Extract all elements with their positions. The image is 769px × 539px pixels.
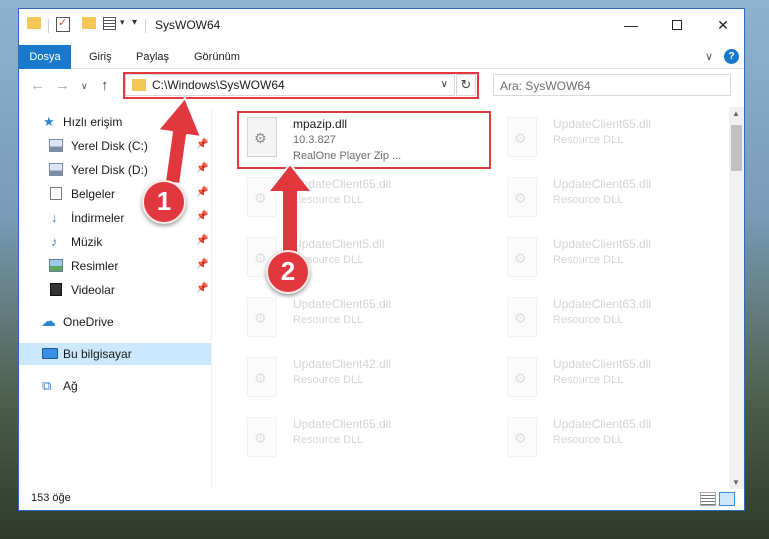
scroll-down-icon[interactable]: ▼ (732, 478, 740, 487)
dll-file-icon (247, 417, 277, 457)
file-name: UpdateClient65.dll (293, 417, 392, 431)
file-tile[interactable]: UpdateClient65.dll Resource DLL (501, 353, 731, 403)
highlight-frame-file (237, 111, 491, 169)
file-name: UpdateClient65.dll (293, 177, 392, 191)
item-count: 153 öğe (31, 492, 71, 504)
file-name: UpdateClient65.dll (553, 417, 652, 431)
dll-file-icon (507, 237, 537, 277)
dll-file-icon (247, 357, 277, 397)
scroll-thumb[interactable] (731, 125, 742, 171)
file-tile[interactable]: UpdateClient65.dll Resource DLL (501, 413, 731, 463)
file-tile[interactable]: UpdateClient42.dll Resource DLL (241, 353, 471, 403)
file-name: UpdateClient65.dll (293, 297, 392, 311)
dll-file-icon (507, 177, 537, 217)
dll-file-icon (507, 357, 537, 397)
file-description: Resource DLL (293, 314, 364, 326)
tiles-view-icon[interactable] (719, 492, 735, 506)
file-tile[interactable]: UpdateClient65.dll Resource DLL (501, 113, 731, 163)
vertical-scrollbar[interactable]: ▲ ▼ (729, 107, 744, 489)
file-name: UpdateClient42.dll (293, 357, 392, 371)
file-description: Resource DLL (553, 254, 624, 266)
file-name: UpdateClient65.dll (553, 177, 652, 191)
file-description: Resource DLL (293, 434, 364, 446)
scroll-up-icon[interactable]: ▲ (732, 109, 740, 118)
file-description: Resource DLL (553, 194, 624, 206)
file-description: Resource DLL (293, 374, 364, 386)
file-description: Resource DLL (553, 134, 624, 146)
file-name: UpdateClient65.dll (553, 237, 652, 251)
file-description: Resource DLL (553, 314, 624, 326)
dll-file-icon (507, 297, 537, 337)
file-name: UpdateClient65.dll (553, 357, 652, 371)
dll-file-icon (247, 297, 277, 337)
file-name: UpdateClient65.dll (553, 117, 652, 131)
file-name: UpdateClient5.dll (293, 237, 385, 251)
status-bar: 153 öğe (19, 489, 744, 510)
file-tile[interactable]: UpdateClient65.dll Resource DLL (241, 413, 471, 463)
file-grid: mpazip.dll 10.3.827 RealOne Player Zip .… (19, 9, 744, 510)
file-tile[interactable]: UpdateClient65.dll Resource DLL (241, 293, 471, 343)
file-tile[interactable]: UpdateClient65.dll Resource DLL (501, 173, 731, 223)
dll-file-icon (507, 417, 537, 457)
step-1-badge: 1 (142, 180, 186, 224)
explorer-window: ▾ ▾ SysWOW64 — ✕ Dosya Giriş Paylaş Görü… (18, 8, 745, 511)
dll-file-icon (247, 177, 277, 217)
step-2-badge: 2 (266, 250, 310, 294)
file-tile[interactable]: UpdateClient63.dll Resource DLL (501, 293, 731, 343)
file-description: Resource DLL (553, 374, 624, 386)
file-tile[interactable]: UpdateClient65.dll Resource DLL (241, 173, 471, 223)
file-description: Resource DLL (293, 194, 364, 206)
dll-file-icon (507, 117, 537, 157)
details-view-icon[interactable] (700, 492, 716, 506)
file-description: Resource DLL (553, 434, 624, 446)
file-name: UpdateClient63.dll (553, 297, 652, 311)
file-tile[interactable]: UpdateClient65.dll Resource DLL (501, 233, 731, 283)
